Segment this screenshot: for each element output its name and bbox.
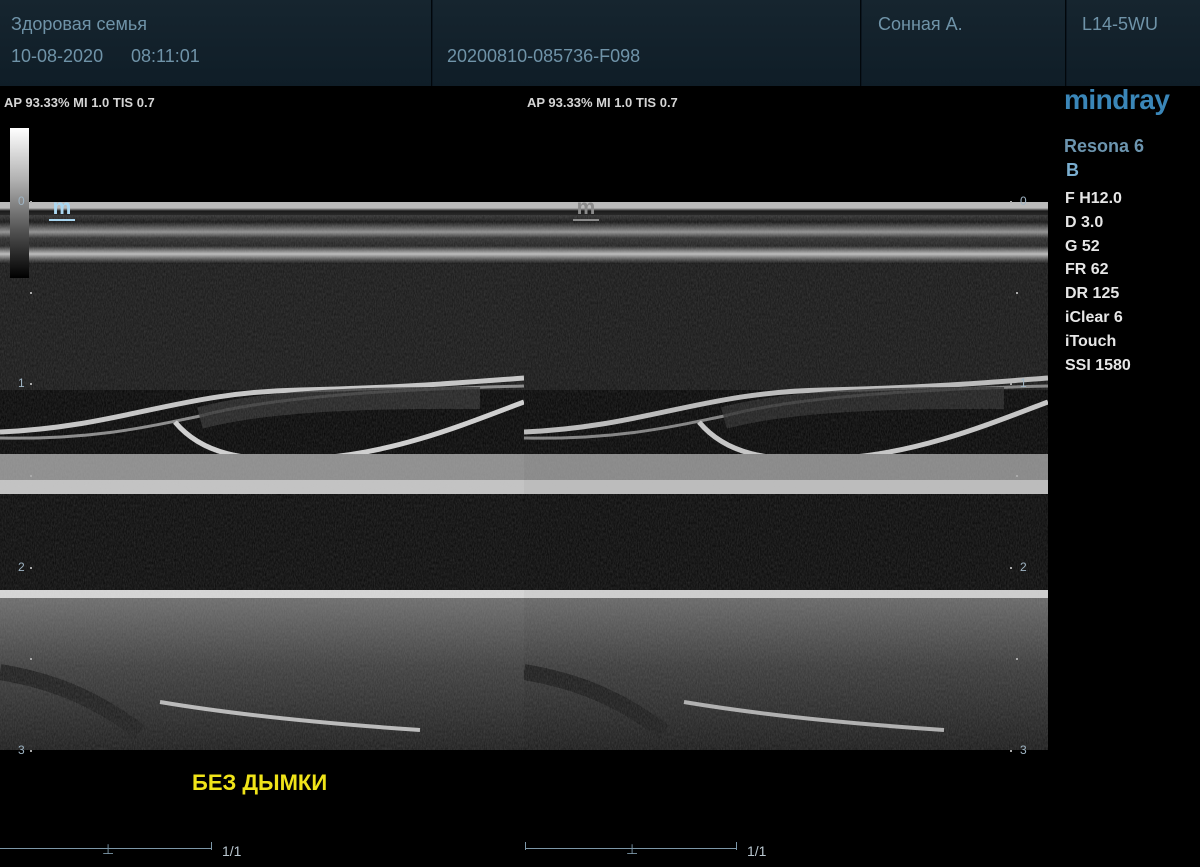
header-bar: Здоровая семья 10-08-2020 08:11:01 20200… [0, 0, 1200, 86]
right-ultrasound-image[interactable] [524, 202, 1048, 750]
header-patient-cell: Сонная А. [862, 0, 1066, 86]
patient-name: Сонная А. [878, 14, 963, 34]
device-model: Resona 6 [1064, 136, 1145, 156]
exam-time: 08:11:01 [131, 46, 200, 66]
setting-frame-rate: FR 62 [1065, 261, 1109, 279]
left-depth-tick [30, 201, 32, 203]
cine-thumb-icon[interactable]: ⊥ [102, 842, 114, 856]
left-depth-label-0: 0 [18, 194, 25, 208]
right-depth-tick [1010, 383, 1012, 385]
right-depth-tick [1010, 567, 1012, 569]
exam-id: 20200810-085736-F098 [447, 46, 641, 66]
left-depth-label-3: 3 [18, 743, 25, 757]
left-image-marker[interactable]: m [49, 197, 75, 221]
right-depth-label-1: 1 [1020, 376, 1027, 390]
probe-name: L14-5WU [1082, 14, 1159, 34]
cine-track-end [211, 842, 212, 850]
right-depth-tick [1010, 201, 1012, 203]
left-depth-minor-tick [30, 475, 32, 477]
right-depth-label-2: 2 [1020, 560, 1027, 574]
setting-frequency: F H12.0 [1065, 190, 1122, 207]
left-depth-label-2: 2 [18, 560, 25, 574]
cine-track-end [736, 842, 737, 850]
mindray-logo: mindray [1064, 84, 1170, 115]
right-cine-bar[interactable]: ⊥ [525, 842, 740, 862]
setting-itouch: iTouch [1065, 332, 1117, 350]
left-image-params: AP 93.33% MI 1.0 TIS 0.7 [4, 95, 155, 110]
image-annotation-text: БЕЗ ДЫМКИ [192, 770, 328, 795]
right-depth-label-3: 3 [1020, 743, 1027, 757]
setting-iclear: iClear 6 [1065, 308, 1123, 326]
header-probe-cell: L14-5WU [1067, 0, 1200, 86]
header-exam-cell: 20200810-085736-F098 [433, 0, 861, 86]
left-depth-label-1: 1 [18, 376, 25, 390]
right-frame-counter: 1/1 [747, 843, 767, 859]
exam-date: 10-08-2020 [11, 46, 104, 66]
right-depth-label-0: 0 [1020, 194, 1027, 208]
left-depth-tick [30, 567, 32, 569]
left-ultrasound-image[interactable] [0, 202, 524, 750]
left-cine-bar[interactable]: ⊥ [0, 842, 215, 862]
setting-gain: G 52 [1065, 237, 1100, 255]
right-scan-render [524, 264, 1048, 750]
right-depth-minor-tick [1016, 292, 1018, 294]
right-depth-tick [1010, 750, 1012, 752]
setting-ssi: SSI 1580 [1065, 356, 1131, 374]
institution-name: Здоровая семья [11, 14, 148, 34]
header-patient-info-cell: Здоровая семья 10-08-2020 08:11:01 [0, 0, 432, 86]
left-scan-render [0, 264, 524, 750]
right-image-marker[interactable]: m [573, 197, 599, 221]
right-depth-minor-tick [1016, 658, 1018, 660]
left-frame-counter: 1/1 [222, 843, 242, 859]
cine-thumb-icon[interactable]: ⊥ [626, 842, 638, 856]
left-depth-tick [30, 750, 32, 752]
imaging-mode: B [1066, 160, 1079, 180]
setting-depth: D 3.0 [1065, 213, 1104, 231]
left-depth-tick [30, 383, 32, 385]
left-depth-minor-tick [30, 658, 32, 660]
left-depth-minor-tick [30, 292, 32, 294]
setting-dynamic-range: DR 125 [1065, 285, 1120, 303]
right-image-params: AP 93.33% MI 1.0 TIS 0.7 [527, 95, 678, 110]
imaging-settings-list: F H12.0 D 3.0 G 52 FR 62 DR 125 iClear 6… [1065, 187, 1131, 377]
right-depth-minor-tick [1016, 475, 1018, 477]
